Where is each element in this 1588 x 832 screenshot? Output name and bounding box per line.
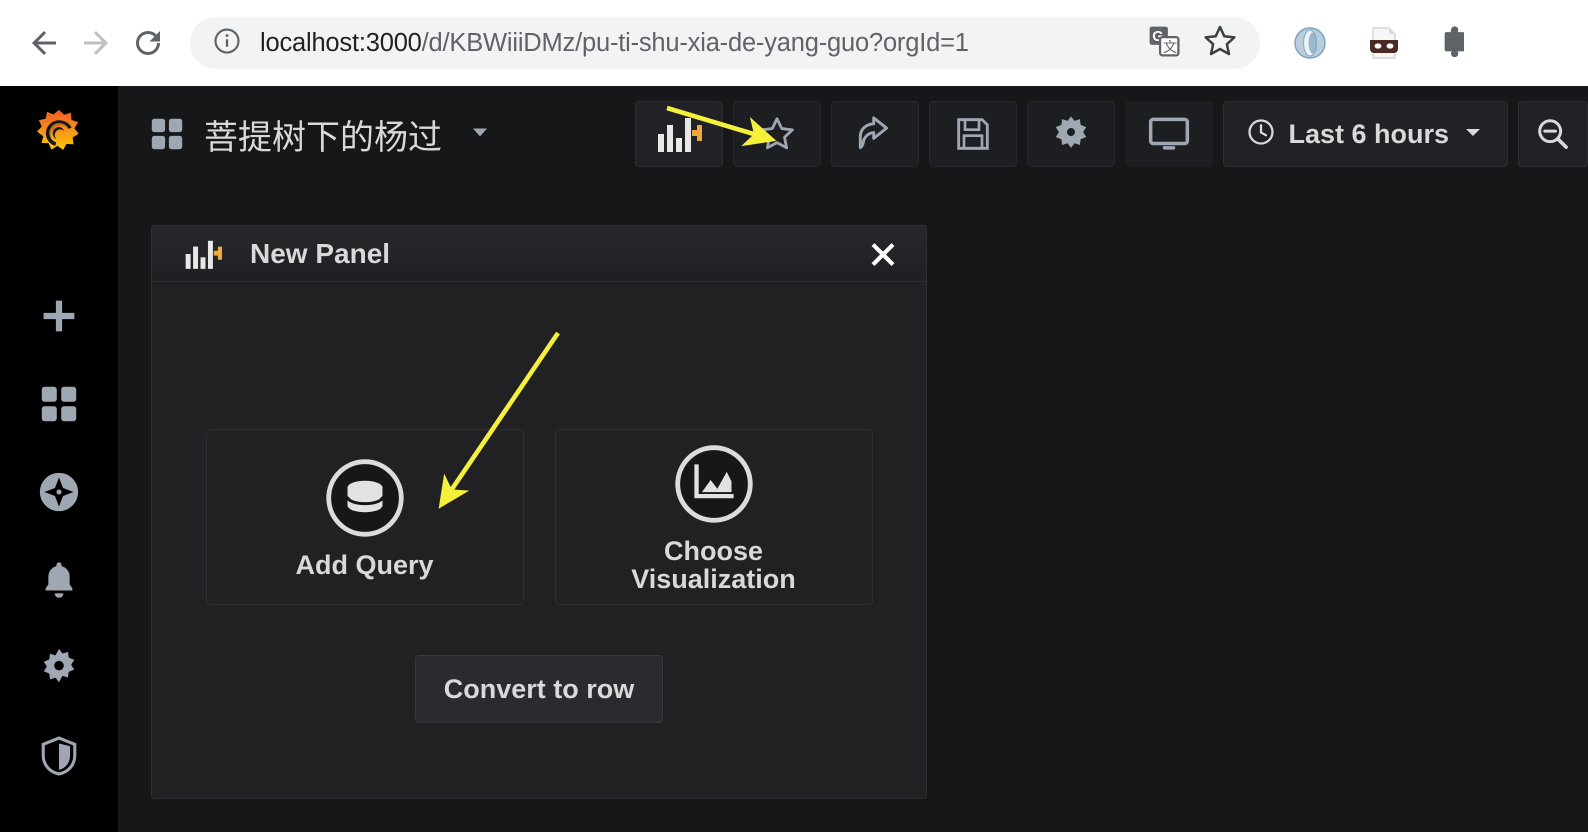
configuration-gear-icon <box>43 648 75 683</box>
bookmark-star-icon[interactable] <box>1200 21 1240 66</box>
blue-ring-extension-icon[interactable] <box>1290 23 1330 63</box>
convert-to-row-button[interactable]: Convert to row <box>415 655 663 723</box>
puzzle-piece-extensions-icon[interactable] <box>1438 23 1464 63</box>
create-icon <box>43 300 75 332</box>
mask-document-extension-icon[interactable] <box>1364 23 1404 63</box>
svg-text:文: 文 <box>1163 38 1177 54</box>
url-text: localhost:3000/d/KBWiiiDMz/pu-ti-shu-xia… <box>260 28 969 57</box>
save-floppy-icon <box>957 118 990 150</box>
dashboards-grid-icon <box>41 386 77 422</box>
grafana-app: 菩提树下的杨过 Last 6 hours New Panel Add Query… <box>0 86 1588 832</box>
panel-header: New Panel <box>152 226 926 282</box>
share-icon <box>859 116 889 150</box>
cycle-view-mode-button[interactable] <box>1125 101 1214 167</box>
choose-visualization-card[interactable]: Choose Visualization <box>554 429 873 605</box>
sidebar-item-explore[interactable] <box>0 448 118 536</box>
dashboard-settings-button[interactable] <box>1027 101 1116 167</box>
zoom-out-magnifier-icon <box>1538 119 1568 149</box>
sidebar-item-server-admin[interactable] <box>0 712 118 800</box>
sidebar-item-alerting[interactable] <box>0 536 118 624</box>
panel-title: New Panel <box>250 237 391 269</box>
dashboard-toolbar: Last 6 hours <box>635 101 1588 167</box>
add-query-card[interactable]: Add Query <box>205 429 524 605</box>
info-circle-icon[interactable] <box>212 26 242 61</box>
dashboard-header: 菩提树下的杨过 Last 6 hours <box>118 86 1588 182</box>
omnibox[interactable]: localhost:3000/d/KBWiiiDMz/pu-ti-shu-xia… <box>190 17 1260 69</box>
add-panel-button[interactable] <box>635 101 724 167</box>
zoom-out-button[interactable] <box>1518 101 1588 167</box>
server-admin-shield-icon <box>41 736 77 776</box>
reload-icon[interactable] <box>122 17 174 69</box>
gear-icon <box>1056 116 1087 148</box>
sidebar <box>0 86 118 832</box>
clock-icon <box>1246 117 1276 152</box>
share-dashboard-button[interactable] <box>831 101 920 167</box>
explore-compass-icon <box>39 472 79 512</box>
time-range-picker[interactable]: Last 6 hours <box>1223 101 1508 167</box>
alerting-bell-icon <box>45 562 73 598</box>
mark-favorite-button[interactable] <box>733 101 822 167</box>
translate-icon[interactable]: G 文 <box>1146 23 1182 64</box>
sidebar-item-dashboards[interactable] <box>0 360 118 448</box>
chevron-down-icon[interactable] <box>468 120 492 149</box>
grafana-logo-icon[interactable] <box>29 108 89 168</box>
convert-row: Convert to row <box>415 655 663 723</box>
add-panel-icon <box>658 118 703 152</box>
panel-choice-row: Add Query Choose Visualization <box>205 429 873 605</box>
add-query-label: Add Query <box>295 549 434 580</box>
forward-arrow-icon[interactable] <box>70 17 122 69</box>
page-title: 菩提树下的杨过 <box>204 118 442 157</box>
tv-monitor-icon <box>1149 117 1190 150</box>
convert-to-row-label: Convert to row <box>443 673 635 704</box>
sidebar-item-create[interactable] <box>0 272 118 360</box>
dashboard-grid-icon <box>148 115 186 153</box>
time-range-label: Last 6 hours <box>1288 118 1449 149</box>
add-panel-icon <box>184 237 227 271</box>
database-icon <box>322 455 408 541</box>
browser-chrome: localhost:3000/d/KBWiiiDMz/pu-ti-shu-xia… <box>0 0 1588 86</box>
chevron-down-icon <box>1461 120 1485 149</box>
new-panel: New Panel Add Query Choose Visualization… <box>151 225 927 799</box>
star-icon <box>760 117 795 150</box>
panel-body: Add Query Choose Visualization Convert t… <box>152 282 926 798</box>
save-dashboard-button[interactable] <box>929 101 1018 167</box>
back-arrow-icon[interactable] <box>18 17 70 69</box>
choose-visualization-label: Choose Visualization <box>631 535 796 594</box>
dashboard-title-block[interactable]: 菩提树下的杨过 <box>148 110 492 159</box>
area-chart-icon <box>671 441 757 527</box>
sidebar-item-configuration[interactable] <box>0 624 118 712</box>
close-x-icon[interactable] <box>866 237 900 271</box>
